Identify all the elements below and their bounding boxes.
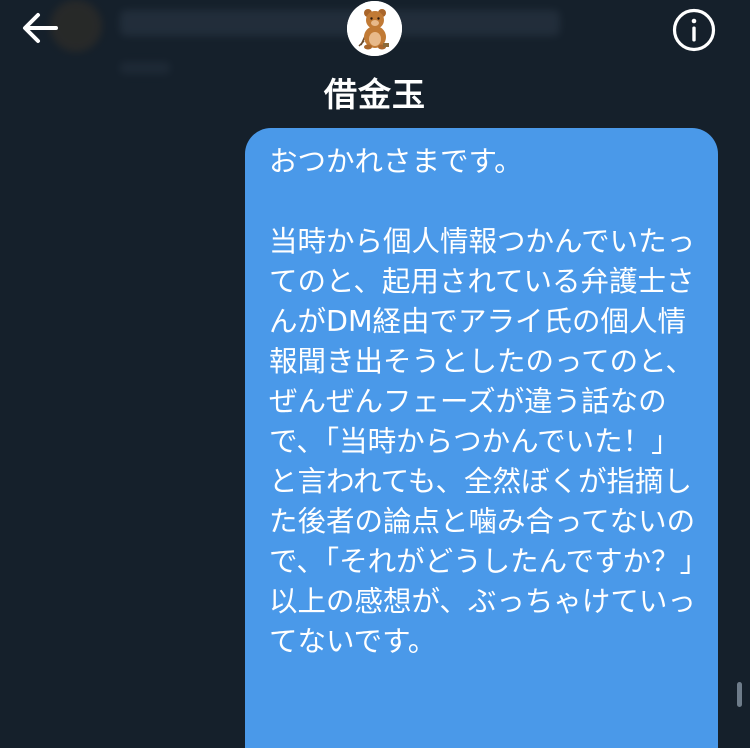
scrollbar[interactable]	[737, 682, 742, 707]
conversation-title: 借金玉	[324, 75, 426, 114]
blurred-text	[120, 10, 560, 36]
conversation-header: 借金玉	[0, 0, 750, 128]
info-circle-icon	[672, 8, 716, 52]
arrow-left-icon	[23, 13, 58, 43]
bear-icon	[347, 1, 402, 56]
message-bubble[interactable]: おつかれさまです。 当時から個人情報つかんでいたってのと、起用されている弁護士さ…	[245, 128, 718, 748]
message-text: おつかれさまです。 当時から個人情報つかんでいたってのと、起用されている弁護士さ…	[269, 145, 696, 658]
avatar[interactable]	[347, 1, 402, 56]
info-button[interactable]	[671, 7, 717, 53]
back-button[interactable]	[18, 8, 64, 48]
